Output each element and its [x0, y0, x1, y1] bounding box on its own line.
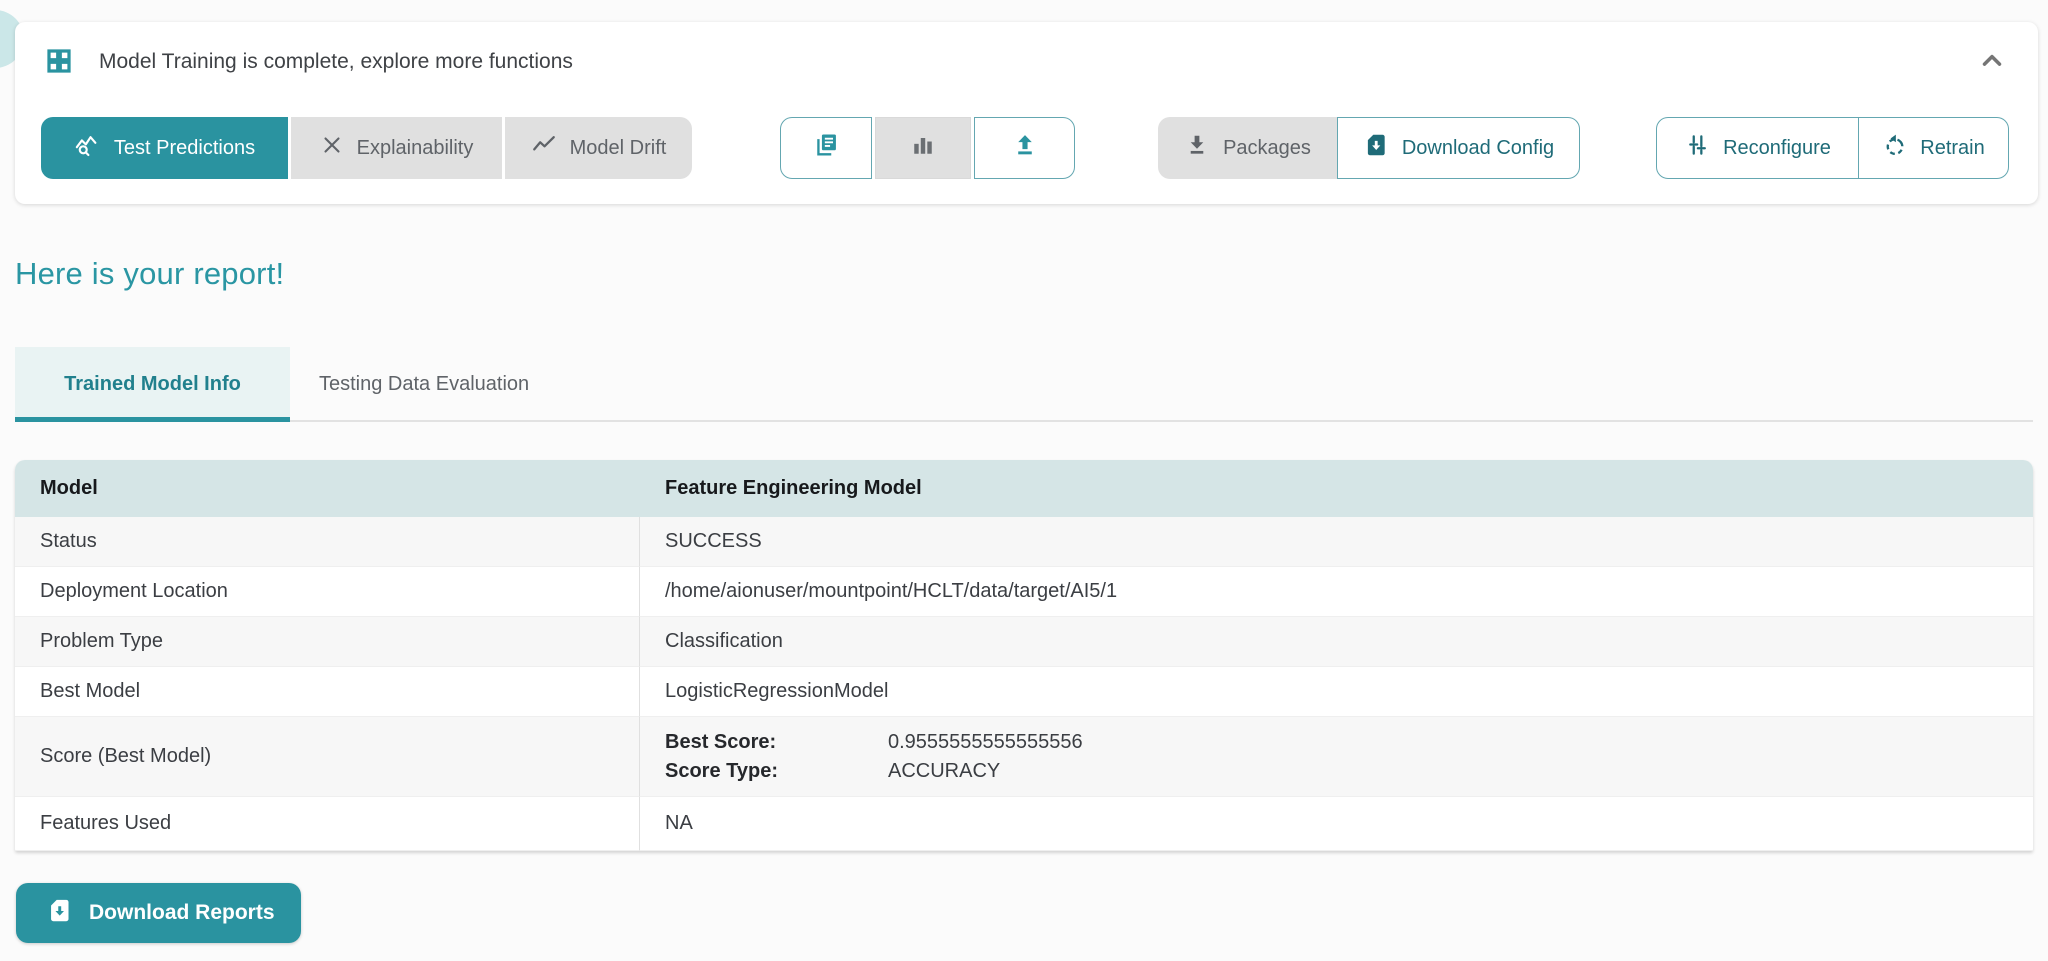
retrain-button-group: Reconfigure Retrain	[1656, 117, 2009, 179]
tab-trained-model-info[interactable]: Trained Model Info	[15, 347, 290, 422]
chart-view-button[interactable]	[875, 117, 971, 179]
download-config-label: Download Config	[1402, 137, 1554, 160]
table-row-status: Status SUCCESS	[15, 517, 2033, 567]
row-value: Classification	[640, 617, 2033, 667]
row-value: Best Score: 0.9555555555555556 Score Typ…	[640, 717, 2033, 797]
row-label: Deployment Location	[15, 567, 640, 617]
test-predictions-label: Test Predictions	[114, 137, 255, 160]
row-label: Best Model	[15, 667, 640, 717]
score-type-value: ACCURACY	[888, 757, 1000, 786]
banner-actions: Test Predictions Explainability	[15, 117, 2038, 179]
download-config-button[interactable]: Download Config	[1337, 117, 1580, 179]
package-button-group: Packages Download Config	[1158, 117, 1580, 179]
reconfigure-label: Reconfigure	[1723, 137, 1831, 160]
view-button-group	[780, 117, 1075, 179]
row-label: Score (Best Model)	[15, 717, 640, 797]
explainability-button[interactable]: Explainability	[291, 117, 502, 179]
best-score-value: 0.9555555555555556	[888, 728, 1083, 757]
row-value: /home/aionuser/mountpoint/HCLT/data/targ…	[640, 567, 2033, 617]
collapse-panel-button[interactable]	[1976, 46, 2008, 78]
training-complete-card: Model Training is complete, explore more…	[15, 22, 2038, 204]
trend-line-icon	[531, 132, 557, 164]
retrain-button[interactable]: Retrain	[1859, 117, 2009, 179]
table-row-best-model: Best Model LogisticRegressionModel	[15, 667, 2033, 717]
table-row-score: Score (Best Model) Best Score: 0.9555555…	[15, 717, 2033, 797]
row-value: NA	[640, 797, 2033, 851]
tune-sliders-icon	[1684, 132, 1710, 164]
report-view-button[interactable]	[780, 117, 872, 179]
chevron-up-icon	[1977, 64, 2007, 79]
banner-header: Model Training is complete, explore more…	[15, 22, 2038, 102]
row-value: LogisticRegressionModel	[640, 667, 2033, 717]
mode-button-group: Test Predictions Explainability	[41, 117, 692, 179]
best-score-key: Best Score:	[665, 728, 888, 757]
table-header-row: Model Feature Engineering Model	[15, 460, 2033, 517]
model-drift-button[interactable]: Model Drift	[505, 117, 692, 179]
table-row-features-used: Features Used NA	[15, 797, 2033, 851]
upload-button[interactable]	[974, 117, 1075, 179]
packages-button[interactable]: Packages	[1158, 117, 1337, 179]
report-copy-icon	[812, 131, 840, 165]
trained-model-table: Model Feature Engineering Model Status S…	[15, 460, 2033, 851]
retrain-label: Retrain	[1920, 137, 1984, 160]
test-predictions-button[interactable]: Test Predictions	[41, 117, 288, 179]
tab-testing-data-evaluation[interactable]: Testing Data Evaluation	[290, 347, 574, 422]
download-reports-label: Download Reports	[89, 901, 275, 925]
file-download-icon	[46, 897, 73, 930]
row-label: Features Used	[15, 797, 640, 851]
score-type-key: Score Type:	[665, 757, 888, 786]
query-stats-icon	[74, 132, 101, 165]
explainability-label: Explainability	[357, 137, 474, 160]
download-reports-button[interactable]: Download Reports	[16, 883, 301, 943]
banner-title: Model Training is complete, explore more…	[99, 49, 573, 75]
row-value: SUCCESS	[640, 517, 2033, 567]
grid-icon	[44, 46, 74, 76]
row-label: Status	[15, 517, 640, 567]
page: Model Training is complete, explore more…	[0, 0, 2048, 961]
reconfigure-button[interactable]: Reconfigure	[1656, 117, 1859, 179]
bar-chart-icon	[909, 131, 937, 165]
score-type-pair: Score Type: ACCURACY	[665, 757, 2033, 786]
table-row-deployment-location: Deployment Location /home/aionuser/mount…	[15, 567, 2033, 617]
close-icon	[320, 133, 344, 163]
download-icon	[1184, 132, 1210, 164]
table-header-model: Model	[15, 460, 640, 517]
packages-label: Packages	[1223, 137, 1311, 160]
rotate-retrain-icon	[1882, 133, 1907, 164]
table-header-feature-model: Feature Engineering Model	[640, 460, 2033, 517]
model-drift-label: Model Drift	[570, 137, 667, 160]
table-row-problem-type: Problem Type Classification	[15, 617, 2033, 667]
file-download-icon	[1363, 132, 1389, 164]
upload-icon	[1011, 131, 1039, 165]
best-score-pair: Best Score: 0.9555555555555556	[665, 728, 2033, 757]
report-tabs: Trained Model Info Testing Data Evaluati…	[15, 347, 2033, 422]
report-heading: Here is your report!	[15, 256, 284, 292]
row-label: Problem Type	[15, 617, 640, 667]
